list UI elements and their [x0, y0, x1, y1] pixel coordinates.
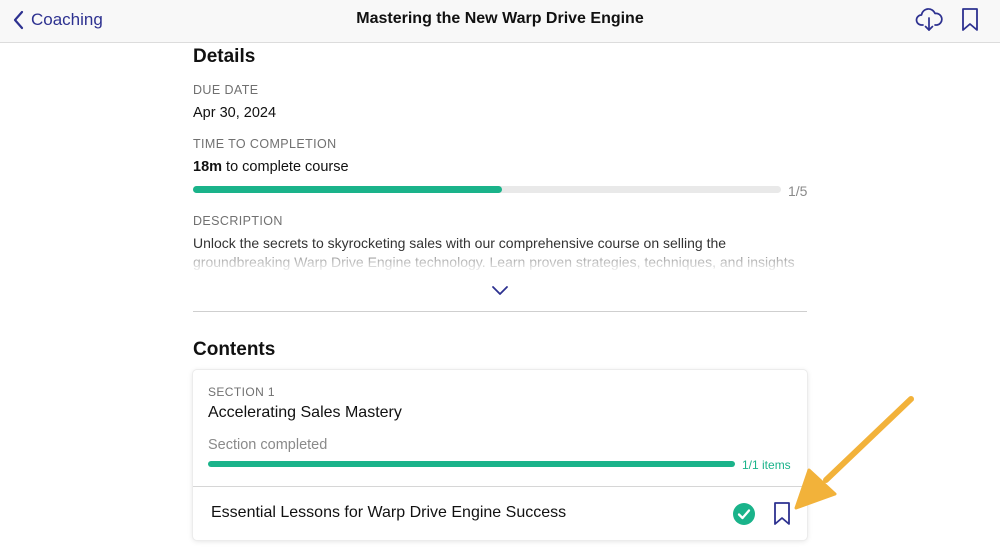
section-title: Accelerating Sales Mastery	[208, 404, 402, 421]
lesson-row[interactable]: Essential Lessons for Warp Drive Engine …	[193, 488, 807, 540]
contents-heading: Contents	[193, 339, 276, 360]
bookmark-icon[interactable]	[960, 7, 980, 33]
course-progress-bar	[193, 186, 781, 193]
top-bar: Coaching Mastering the New Warp Drive En…	[0, 0, 1000, 43]
cloud-download-icon[interactable]	[915, 7, 943, 33]
page-title: Mastering the New Warp Drive Engine	[356, 10, 644, 27]
course-progress-fill	[193, 186, 503, 193]
description-fade	[193, 251, 807, 271]
section-card: SECTION 1 Accelerating Sales Mastery Sec…	[193, 370, 807, 540]
section-progress-bar	[208, 461, 735, 467]
time-suffix: to complete course	[222, 159, 349, 175]
time-duration: 18m	[193, 159, 223, 175]
time-to-completion-value: 18m to complete course	[193, 159, 349, 175]
time-to-completion-label: TIME TO COMPLETION	[193, 137, 337, 151]
course-progress-count: 1/5	[788, 183, 808, 199]
lesson-title: Essential Lessons for Warp Drive Engine …	[211, 504, 567, 521]
details-heading: Details	[193, 46, 256, 67]
divider	[193, 311, 807, 312]
section-label: SECTION 1	[208, 385, 275, 399]
section-header[interactable]: SECTION 1 Accelerating Sales Mastery Sec…	[193, 370, 807, 487]
due-date-label: DUE DATE	[193, 83, 259, 97]
description-label: DESCRIPTION	[193, 214, 283, 228]
bookmark-icon[interactable]	[771, 501, 793, 527]
section-status: Section completed	[208, 437, 328, 453]
check-circle-icon	[733, 503, 755, 525]
due-date-value: Apr 30, 2024	[193, 105, 277, 121]
section-items-count: 1/1 items	[742, 458, 791, 472]
chevron-down-icon[interactable]	[490, 283, 510, 299]
